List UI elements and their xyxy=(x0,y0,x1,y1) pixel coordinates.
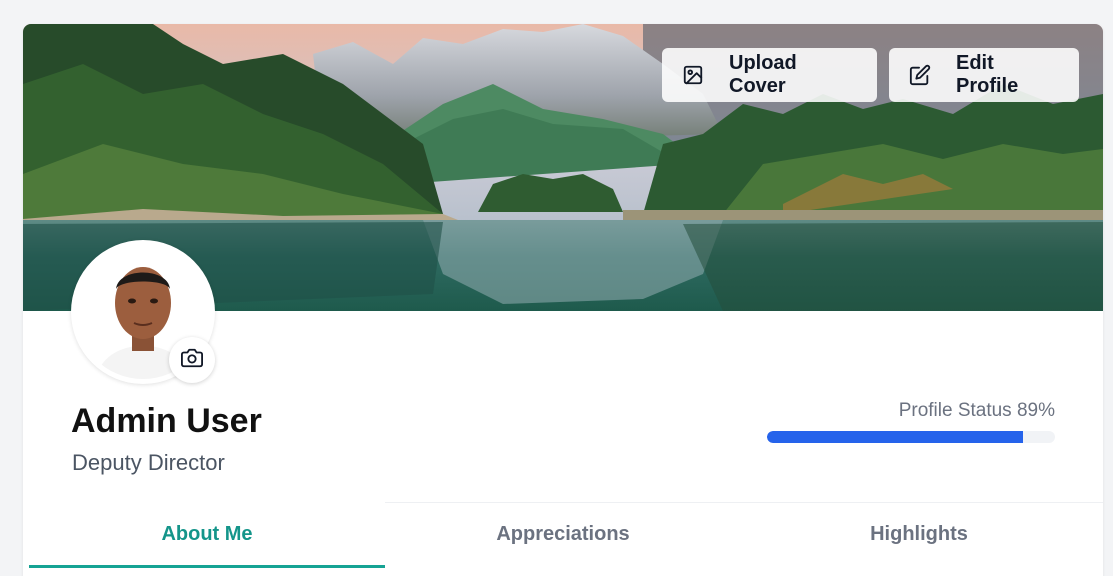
tab-label: Appreciations xyxy=(496,523,630,545)
upload-cover-button[interactable]: Upload Cover xyxy=(662,48,877,102)
upload-cover-label: Upload Cover xyxy=(729,52,797,97)
profile-status-label: Profile Status 89% xyxy=(898,400,1055,421)
tab-about-me[interactable]: About Me xyxy=(29,503,385,573)
image-icon xyxy=(682,64,704,86)
tab-label: Highlights xyxy=(870,523,968,545)
profile-status-progress-fill xyxy=(767,431,1024,443)
user-role: Deputy Director xyxy=(72,450,225,475)
change-avatar-button[interactable] xyxy=(169,337,215,383)
edit-profile-button[interactable]: Edit Profile xyxy=(889,48,1079,102)
edit-icon xyxy=(909,64,931,86)
user-name: Admin User xyxy=(71,402,262,440)
camera-icon xyxy=(181,347,203,374)
edit-profile-label: Edit Profile xyxy=(956,52,1019,97)
tab-label: About Me xyxy=(161,523,253,545)
profile-tabs: About Me Appreciations Highlights xyxy=(29,503,1097,573)
tab-highlights[interactable]: Highlights xyxy=(741,503,1097,573)
profile-card: Upload Cover Edit Profile Admin User Dep… xyxy=(23,24,1103,576)
tab-appreciations[interactable]: Appreciations xyxy=(385,503,741,573)
profile-status-progress xyxy=(767,431,1055,443)
